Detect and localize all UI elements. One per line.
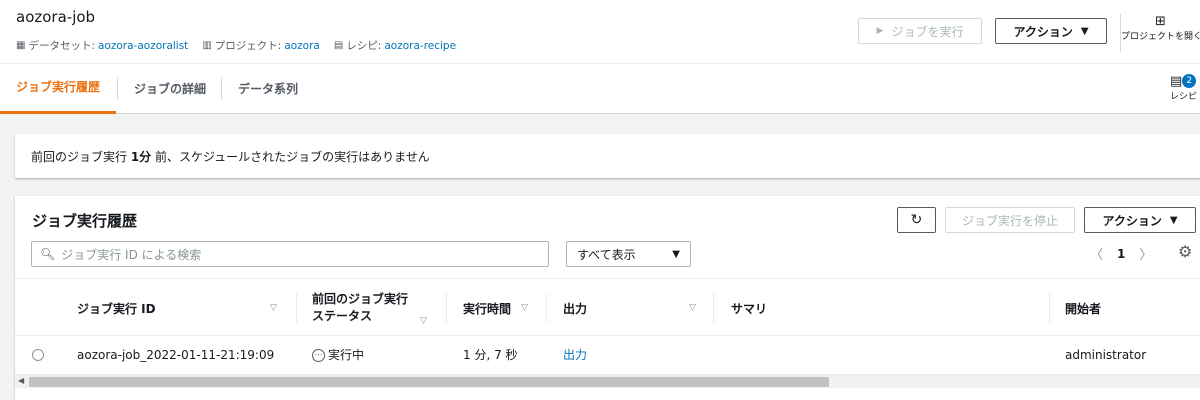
sort-icon: ▽ bbox=[689, 303, 696, 313]
search-input[interactable]: 🔍︎ ジョブ実行 ID による検索 bbox=[31, 241, 549, 267]
col-duration[interactable]: 実行時間 ▽ bbox=[463, 279, 545, 337]
last-run-notice: 前回のジョブ実行 1分 前、スケジュールされたジョブの実行はありません bbox=[15, 134, 1200, 178]
col-summary-label: サマリ bbox=[731, 301, 768, 316]
in-progress-icon: ⋯ bbox=[312, 349, 325, 362]
filter-value: すべて表示 bbox=[577, 247, 636, 262]
meta-project: ▥ プロジェクト: aozora bbox=[202, 38, 320, 53]
tab-divider bbox=[221, 78, 222, 100]
page-title: aozora-job bbox=[16, 8, 96, 26]
tab-job-run-history[interactable]: ジョブ実行履歴 bbox=[0, 64, 116, 114]
caret-down-icon: ▼ bbox=[1169, 214, 1178, 226]
list-icon: ▤ bbox=[1170, 74, 1183, 89]
meta-recipe-label: レシピ: bbox=[346, 40, 382, 52]
col-duration-label: 実行時間 bbox=[463, 301, 512, 316]
job-run-history-panel: ジョブ実行履歴 ↻ ジョブ実行を停止 アクション ▼ 🔍︎ ジョブ実行 ID に… bbox=[15, 196, 1200, 400]
table-row[interactable]: aozora-job_2022-01-11-21:19:09 ⋯ 実行中 1 分,… bbox=[15, 337, 1200, 373]
dataset-link[interactable]: aozora-aozoralist bbox=[98, 40, 188, 52]
refresh-button[interactable]: ↻ bbox=[897, 207, 936, 233]
column-divider bbox=[546, 293, 547, 323]
current-page[interactable]: 1 bbox=[1117, 247, 1125, 261]
horizontal-scrollbar[interactable]: ◀ bbox=[15, 374, 1200, 388]
cell-duration: 1 分, 7 秒 bbox=[463, 348, 518, 362]
recipe-side-label: レシピ bbox=[1170, 92, 1198, 102]
col-job-run-id-label: ジョブ実行 ID bbox=[77, 301, 156, 316]
grid-icon: ▥ bbox=[202, 40, 212, 51]
column-divider bbox=[713, 293, 714, 323]
project-link[interactable]: aozora bbox=[284, 40, 320, 52]
column-divider bbox=[446, 293, 447, 323]
previous-page-icon[interactable]: 〈 bbox=[1090, 244, 1103, 263]
col-started-by[interactable]: 開始者 bbox=[1065, 279, 1185, 337]
pagination: 〈 1 〉 bbox=[1090, 244, 1152, 264]
output-link[interactable]: 出力 bbox=[563, 337, 587, 373]
col-last-status[interactable]: 前回のジョブ実行 ステータス ▽ bbox=[312, 279, 446, 337]
tab-data-lineage[interactable]: データ系列 bbox=[238, 64, 298, 114]
play-icon: ▶ bbox=[876, 26, 884, 36]
notice-prefix: 前回のジョブ実行 bbox=[31, 150, 131, 164]
column-divider bbox=[1049, 293, 1050, 323]
grid-icon: ⊞ bbox=[1155, 14, 1166, 29]
col-output[interactable]: 出力 ▽ bbox=[563, 279, 703, 337]
next-page-icon[interactable]: 〉 bbox=[1139, 244, 1152, 263]
status-filter-select[interactable]: すべて表示 ▼ bbox=[566, 241, 691, 267]
open-project-label: プロジェクトを開く bbox=[1121, 32, 1200, 42]
recipe-link[interactable]: aozora-recipe bbox=[384, 40, 456, 52]
recipe-panel-toggle[interactable]: ▤ 2 レシピ bbox=[1170, 74, 1200, 102]
header-actions-label: アクション bbox=[1013, 24, 1073, 39]
tab-bar: ジョブ実行履歴 ジョブの詳細 データ系列 bbox=[0, 64, 1200, 114]
stop-job-run-button[interactable]: ジョブ実行を停止 bbox=[945, 207, 1075, 233]
sort-icon: ▽ bbox=[521, 303, 528, 313]
col-job-run-id[interactable]: ジョブ実行 ID ▽ bbox=[77, 279, 283, 337]
cell-job-run-id: aozora-job_2022-01-11-21:19:09 bbox=[77, 348, 275, 362]
job-meta: ▦ データセット: aozora-aozoralist ▥ プロジェクト: ao… bbox=[16, 38, 456, 53]
tab-job-details[interactable]: ジョブの詳細 bbox=[134, 64, 206, 114]
open-project-button[interactable]: ⊞ プロジェクトを開く bbox=[1120, 14, 1200, 52]
row-select-radio[interactable] bbox=[32, 349, 44, 361]
col-output-label: 出力 bbox=[563, 301, 588, 316]
scroll-left-icon[interactable]: ◀ bbox=[18, 376, 24, 385]
header-actions-button[interactable]: アクション ▼ bbox=[995, 18, 1107, 44]
panel-title: ジョブ実行履歴 bbox=[32, 212, 138, 230]
col-started-by-label: 開始者 bbox=[1065, 301, 1102, 316]
meta-project-label: プロジェクト: bbox=[214, 40, 282, 52]
col-summary[interactable]: サマリ bbox=[731, 279, 931, 337]
scrollbar-thumb[interactable] bbox=[29, 377, 829, 387]
cell-started-by: administrator bbox=[1065, 348, 1147, 362]
search-placeholder: ジョブ実行 ID による検索 bbox=[61, 247, 202, 262]
caret-down-icon: ▼ bbox=[672, 248, 680, 260]
cell-status-text: 実行中 bbox=[328, 348, 365, 362]
notice-suffix: 前、スケジュールされたジョブの実行はありません bbox=[151, 150, 430, 164]
run-job-label: ジョブを実行 bbox=[891, 24, 964, 39]
caret-down-icon: ▼ bbox=[1080, 25, 1089, 37]
col-last-status-label: 前回のジョブ実行 ステータス bbox=[312, 292, 409, 323]
tab-divider bbox=[117, 78, 118, 100]
panel-actions-label: アクション bbox=[1102, 213, 1162, 228]
meta-dataset-label: データセット: bbox=[28, 40, 95, 52]
sort-icon: ▽ bbox=[420, 316, 427, 326]
notice-time: 1分 bbox=[130, 150, 152, 164]
page-header: aozora-job ▦ データセット: aozora-aozoralist ▥… bbox=[0, 0, 1200, 64]
table-header: ジョブ実行 ID ▽ 前回のジョブ実行 ステータス ▽ 実行時間 ▽ 出力 ▽ … bbox=[15, 278, 1200, 336]
refresh-icon: ↻ bbox=[910, 212, 923, 228]
run-job-button[interactable]: ▶ ジョブを実行 bbox=[858, 18, 982, 44]
table-icon: ▦ bbox=[16, 40, 26, 51]
list-icon: ▤ bbox=[333, 40, 344, 51]
panel-actions-button[interactable]: アクション ▼ bbox=[1084, 207, 1196, 233]
gear-icon[interactable]: ⚙ bbox=[1178, 242, 1192, 261]
column-divider bbox=[296, 293, 297, 323]
sort-icon: ▽ bbox=[270, 303, 277, 313]
recipe-count-badge: 2 bbox=[1182, 74, 1197, 88]
meta-dataset: ▦ データセット: aozora-aozoralist bbox=[16, 38, 188, 53]
cell-status: ⋯ 実行中 bbox=[312, 337, 364, 373]
search-icon: 🔍︎ bbox=[40, 247, 56, 261]
stop-job-run-label: ジョブ実行を停止 bbox=[961, 213, 1058, 228]
meta-recipe: ▤ レシピ: aozora-recipe bbox=[334, 38, 456, 53]
